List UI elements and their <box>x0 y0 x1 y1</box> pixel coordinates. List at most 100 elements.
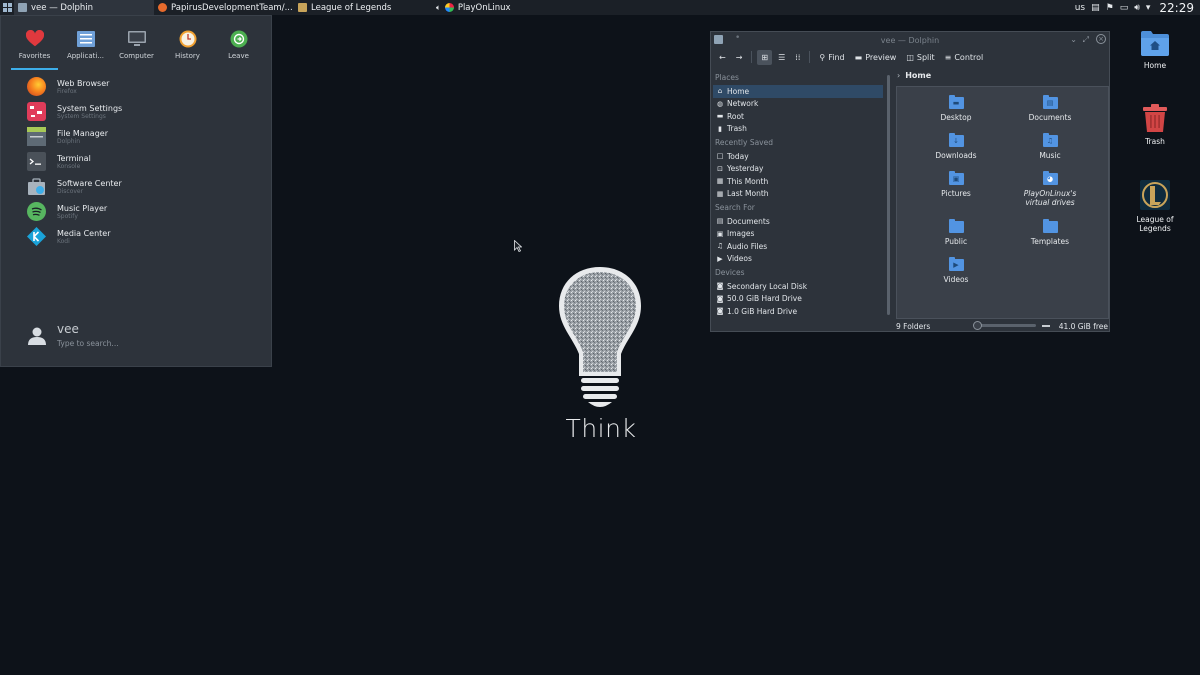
task-firefox[interactable]: PapirusDevelopmentTeam/... <box>154 0 294 15</box>
list-item[interactable]: Web Browser Firefox <box>1 74 271 99</box>
list-item[interactable]: Music Player Spotify <box>1 199 271 224</box>
item-label: Today <box>727 151 749 161</box>
item-label: Root <box>727 111 744 121</box>
keyboard-layout[interactable]: us <box>1075 3 1085 13</box>
application-launcher-button[interactable] <box>0 0 14 15</box>
folder-item[interactable]: ▤ Documents <box>1005 95 1095 122</box>
task-playonlinux[interactable]: 🔈︎ PlayOnLinux <box>432 0 582 15</box>
sidebar-item-device[interactable]: ◙ 50.0 GiB Hard Drive <box>713 293 883 306</box>
close-icon[interactable]: × <box>1096 34 1106 44</box>
menu-search-input[interactable]: Type to search... <box>57 339 119 348</box>
sidebar-item-audio-files[interactable]: ♫ Audio Files <box>713 240 883 253</box>
sidebar-item-device[interactable]: ◙ Secondary Local Disk <box>713 280 883 293</box>
item-name: Music Player <box>57 203 108 213</box>
tab-history[interactable]: History <box>162 16 213 68</box>
button-label: Preview <box>865 52 897 62</box>
display-icon[interactable]: ▭ <box>1120 3 1129 13</box>
details-view-button[interactable]: ⁞⁞ <box>791 50 804 65</box>
folder-item[interactable]: Public <box>911 219 1001 246</box>
list-item[interactable]: Media Center Kodi <box>1 224 271 249</box>
sidebar-item-network[interactable]: ◍ Network <box>713 98 883 111</box>
sidebar-item-this-month[interactable]: ▦ This Month <box>713 175 883 188</box>
task-dolphin[interactable]: vee — Dolphin <box>14 0 154 15</box>
tab-computer[interactable]: Computer <box>111 16 162 68</box>
compact-view-button[interactable]: ☰ <box>774 50 789 65</box>
window-titlebar[interactable]: • vee — Dolphin ⌄ ⤢ × <box>711 32 1109 48</box>
tab-leave[interactable]: Leave <box>213 16 264 68</box>
folder-item[interactable]: ▬ Desktop <box>911 95 1001 122</box>
list-item[interactable]: System Settings System Settings <box>1 99 271 124</box>
sidebar-item-yesterday[interactable]: ⊡ Yesterday <box>713 163 883 176</box>
file-manager-icon <box>27 127 46 146</box>
tab-label: Favorites <box>18 52 51 60</box>
search-header: Search For <box>715 203 755 212</box>
list-item[interactable]: Software Center Discover <box>1 174 271 199</box>
split-button[interactable]: ◫ Split <box>902 50 938 65</box>
control-button[interactable]: ≡ Control <box>941 50 988 65</box>
clock[interactable]: 22:29 <box>1159 1 1194 15</box>
back-button[interactable]: ← <box>715 50 730 65</box>
breadcrumb-label: Home <box>905 71 932 80</box>
folder-item[interactable]: Templates <box>1005 219 1095 246</box>
tab-applications[interactable]: Applicati... <box>60 16 111 68</box>
folder-label: Documents <box>1028 113 1072 122</box>
folder-item[interactable]: ◕ PlayOnLinux's virtual drives <box>1005 171 1095 207</box>
task-label: League of Legends <box>311 2 392 13</box>
application-menu: Favorites Applicati... Computer History … <box>0 15 272 367</box>
sidebar-item-today[interactable]: □ Today <box>713 150 883 163</box>
sidebar-item-images[interactable]: ▣ Images <box>713 228 883 241</box>
tab-favorites[interactable]: Favorites <box>9 16 60 70</box>
chevron-down-icon[interactable]: ▾ <box>1146 3 1151 13</box>
tab-label: Computer <box>119 52 154 60</box>
zoom-slider-handle[interactable] <box>973 321 982 330</box>
tab-label: History <box>175 52 200 60</box>
updates-icon[interactable]: ⚑ <box>1106 3 1114 13</box>
folder-label: Videos <box>943 275 969 284</box>
forward-button[interactable]: → <box>732 50 747 65</box>
image-icon: ▣ <box>716 229 724 238</box>
desktop-icon-league-of-legends[interactable]: League of Legends <box>1125 180 1185 233</box>
folder-item[interactable]: ↓ Downloads <box>911 133 1001 160</box>
breadcrumb[interactable]: › Home <box>897 71 931 80</box>
sidebar-item-root[interactable]: ▬ Root <box>713 110 883 123</box>
folder-label: PlayOnLinux's virtual drives <box>1023 189 1077 207</box>
icons-view-button[interactable]: ⊞ <box>757 49 773 65</box>
lightbulb-illustration <box>559 267 641 407</box>
folder-music-icon: ♫ <box>1042 133 1058 147</box>
split-icon: ◫ <box>906 52 914 62</box>
places-scrollbar[interactable] <box>887 75 890 315</box>
desktop-icon-trash[interactable]: Trash <box>1125 104 1185 146</box>
zoom-slider[interactable] <box>973 321 1036 330</box>
sidebar-item-device[interactable]: ◙ 1.0 GiB Hard Drive <box>713 305 883 318</box>
task-league-of-legends[interactable]: League of Legends <box>294 0 432 15</box>
folder-item[interactable]: ♫ Music <box>1005 133 1095 160</box>
list-item[interactable]: File Manager Dolphin <box>1 124 271 149</box>
sidebar-item-documents[interactable]: ▤ Documents <box>713 215 883 228</box>
item-subtitle: Kodi <box>57 237 70 245</box>
window-title: vee — Dolphin <box>880 35 940 45</box>
sidebar-item-videos[interactable]: ▶ Videos <box>713 253 883 266</box>
folder-item[interactable]: ▶ Videos <box>911 257 1001 284</box>
sidebar-item-trash[interactable]: ▮ Trash <box>713 123 883 136</box>
find-button[interactable]: ⚲ Find <box>815 50 848 65</box>
speaker-icon: 🔈︎ <box>436 2 441 12</box>
toolbar-separator <box>751 51 753 63</box>
volume-icon[interactable]: 🔊︎ <box>1134 3 1140 13</box>
list-item[interactable]: Terminal Konsole <box>1 149 271 174</box>
minimize-icon[interactable]: ⌄ <box>1070 35 1077 44</box>
maximize-icon[interactable]: ⤢ <box>1083 35 1089 45</box>
desktop-icon-home[interactable]: Home <box>1125 30 1185 70</box>
clock-icon <box>179 30 197 48</box>
firefox-icon <box>27 77 46 96</box>
spotify-icon <box>27 202 46 221</box>
folder-label: Desktop <box>940 113 972 122</box>
trash-icon <box>1143 104 1167 132</box>
sidebar-item-home[interactable]: ⌂ Home <box>713 85 883 98</box>
status-bar: 9 Folders 41.0 GiB free <box>896 321 1109 331</box>
folder-item[interactable]: ▣ Pictures <box>911 171 1001 198</box>
button-label: Find <box>828 52 845 62</box>
sidebar-item-last-month[interactable]: ▦ Last Month <box>713 188 883 201</box>
document-icon: ▤ <box>716 217 724 226</box>
preview-button[interactable]: ▬ Preview <box>851 50 901 65</box>
network-icon[interactable]: ▤ <box>1091 3 1100 13</box>
